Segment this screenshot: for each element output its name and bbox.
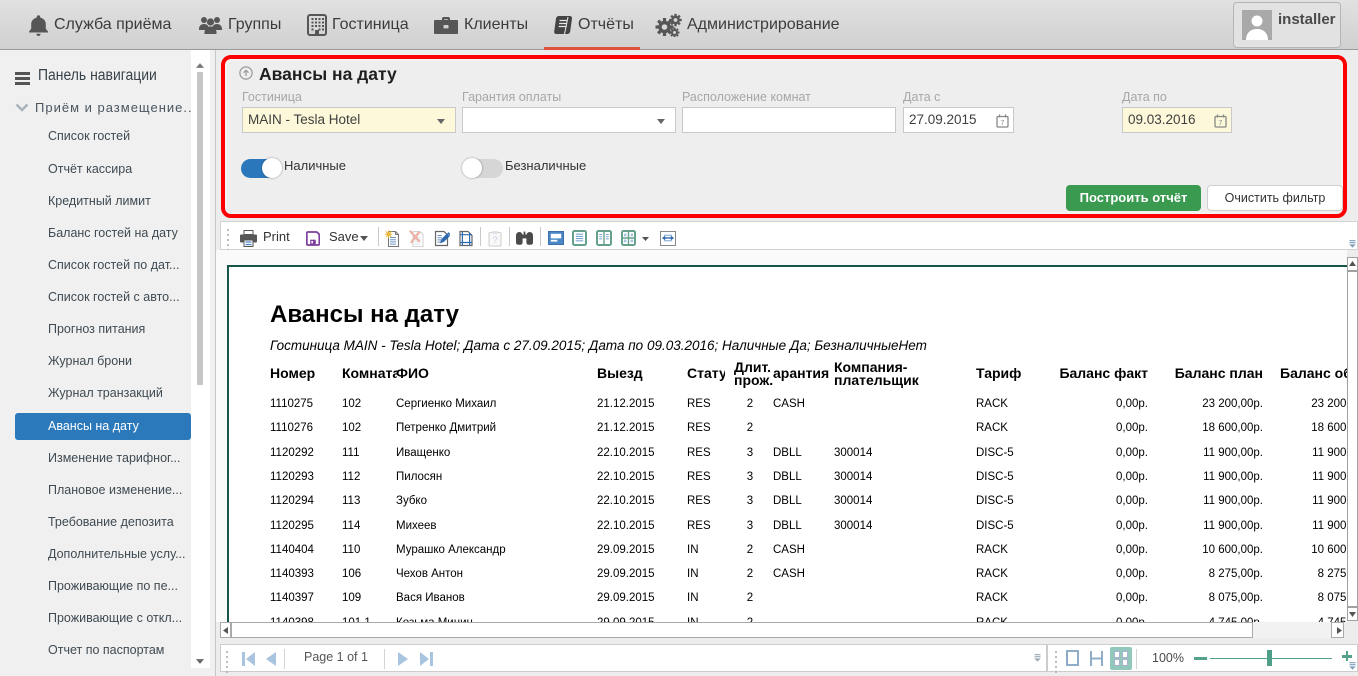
svg-text:?: ?	[492, 235, 497, 245]
svg-text:7: 7	[1001, 120, 1005, 127]
svg-text:7: 7	[1219, 120, 1223, 127]
